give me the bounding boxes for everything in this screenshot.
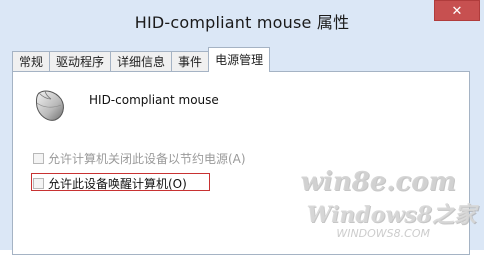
title-bar[interactable]: HID-compliant mouse 属性 ✕: [0, 0, 484, 38]
allow-wake-label[interactable]: 允许此设备唤醒计算机(O): [48, 175, 187, 192]
allow-power-off-checkbox: [33, 153, 44, 164]
tab-driver[interactable]: 驱动程序: [49, 51, 112, 72]
watermark-url: WINDOWS8.COM: [336, 227, 430, 240]
allow-wake-checkbox[interactable]: [33, 178, 44, 189]
device-name: HID-compliant mouse: [89, 93, 219, 107]
tab-details[interactable]: 详细信息: [110, 51, 173, 72]
watermark-brand: Windows8之家: [306, 202, 476, 228]
tab-general[interactable]: 常规: [12, 51, 51, 72]
tab-events[interactable]: 事件: [171, 51, 210, 72]
option-allow-power-off: 允许计算机关闭此设备以节约电源(A): [33, 150, 246, 167]
tab-strip: 常规 驱动程序 详细信息 事件 电源管理: [12, 47, 271, 72]
mouse-icon: [35, 90, 64, 121]
option-allow-wake[interactable]: 允许此设备唤醒计算机(O): [33, 175, 187, 192]
allow-power-off-label: 允许计算机关闭此设备以节约电源(A): [48, 152, 246, 166]
watermark-site: win8e.com: [300, 167, 456, 197]
close-button[interactable]: ✕: [434, 0, 480, 21]
tab-power-management[interactable]: 电源管理: [208, 47, 271, 72]
window-title: HID-compliant mouse 属性: [134, 13, 350, 32]
properties-window: HID-compliant mouse 属性 ✕ 常规 驱动程序 详细信息 事件…: [0, 0, 484, 255]
